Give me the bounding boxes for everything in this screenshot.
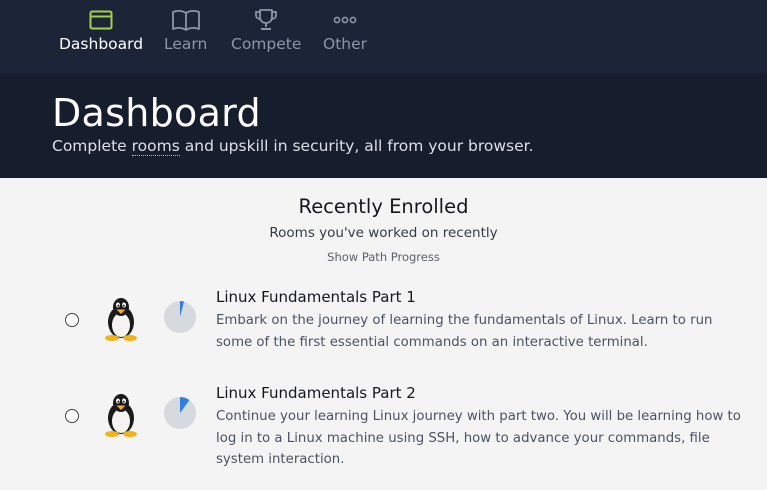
show-path-progress-link[interactable]: Show Path Progress (327, 250, 440, 264)
progress-pie (164, 397, 196, 429)
hero-banner: Dashboard Complete rooms and upskill in … (0, 73, 767, 178)
nav-item-other[interactable]: Other (323, 0, 367, 73)
dashboard-icon (89, 6, 113, 34)
nav-label-learn: Learn (164, 35, 208, 53)
room-select-radio[interactable] (65, 409, 79, 423)
trophy-icon (253, 6, 279, 34)
nav-label-other: Other (323, 35, 368, 53)
rooms-link[interactable]: rooms (131, 137, 180, 156)
page-title: Dashboard (52, 91, 261, 135)
nav-item-learn[interactable]: Learn (164, 0, 207, 73)
tux-penguin-icon (105, 298, 137, 341)
section-title: Recently Enrolled (298, 195, 469, 218)
section-subtitle: Rooms you've worked on recently (269, 225, 498, 241)
room-select-radio[interactable] (65, 313, 79, 327)
nav-label-dashboard: Dashboard (59, 35, 144, 53)
tux-penguin-icon (105, 394, 137, 437)
room-description: Embark on the journey of learning the fu… (216, 313, 713, 350)
progress-pie (164, 301, 196, 333)
path-progress-container: Show Path Progress (0, 250, 767, 264)
nav-label-compete: Compete (231, 35, 302, 53)
more-dots-icon (333, 6, 357, 34)
room-title[interactable]: Linux Fundamentals Part 1 (216, 288, 416, 306)
nav-item-dashboard[interactable]: Dashboard (59, 0, 143, 73)
room-title[interactable]: Linux Fundamentals Part 2 (216, 384, 416, 402)
hero-subtitle-start: Complete (52, 137, 132, 155)
top-nav: Dashboard Learn Compete Other (0, 0, 767, 73)
book-icon (171, 6, 201, 34)
hero-subtitle: Complete rooms and upskill in security, … (52, 137, 534, 156)
hero-subtitle-end: and upskill in security, all from your b… (179, 137, 534, 155)
nav-item-compete[interactable]: Compete (231, 0, 301, 73)
main-content: Recently Enrolled Rooms you've worked on… (0, 178, 767, 490)
room-description: Continue your learning Linux journey wit… (216, 409, 741, 467)
